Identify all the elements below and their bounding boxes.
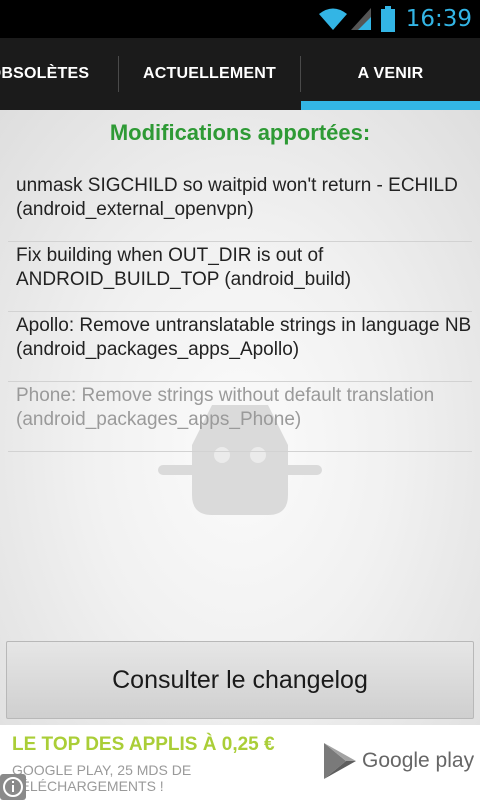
tab-obsoletes[interactable]: OBSOLÈTES bbox=[0, 38, 118, 110]
play-store-icon bbox=[324, 743, 356, 779]
ad-info-icon[interactable] bbox=[0, 774, 26, 800]
tab-actuellement[interactable]: ACTUELLEMENT bbox=[119, 38, 300, 110]
ad-banner[interactable]: LE TOP DES APPLIS À 0,25 € GOOGLE PLAY, … bbox=[0, 725, 480, 800]
ad-subtext: GOOGLE PLAY, 25 MDS DE TÉLÉCHARGEMENTS ! bbox=[12, 762, 192, 794]
view-changelog-button[interactable]: Consulter le changelog bbox=[6, 641, 474, 719]
clock: 16:39 bbox=[405, 6, 472, 32]
change-item: Phone: Remove strings without default tr… bbox=[8, 382, 472, 452]
change-item: Apollo: Remove untranslatable strings in… bbox=[8, 312, 472, 382]
ad-headline: LE TOP DES APPLIS À 0,25 € bbox=[12, 734, 275, 755]
google-play-logo: Google play bbox=[322, 741, 474, 781]
change-item: Fix building when OUT_DIR is out of ANDR… bbox=[8, 242, 472, 312]
google-play-label: Google play bbox=[362, 749, 475, 772]
battery-icon bbox=[380, 6, 395, 32]
changes-panel: Modifications apportées: unmask SIGCHILD… bbox=[0, 110, 480, 725]
status-bar: 16:39 bbox=[0, 0, 480, 38]
signal-icon bbox=[350, 8, 371, 30]
tab-bar: OBSOLÈTES ACTUELLEMENT A VENIR bbox=[0, 38, 480, 110]
selected-tab-indicator bbox=[301, 101, 480, 110]
status-icons: 16:39 bbox=[318, 0, 472, 38]
tab-a-venir[interactable]: A VENIR bbox=[301, 38, 480, 110]
section-title: Modifications apportées: bbox=[109, 120, 371, 145]
wifi-icon bbox=[318, 8, 347, 30]
change-item: unmask SIGCHILD so waitpid won't return … bbox=[8, 172, 472, 242]
